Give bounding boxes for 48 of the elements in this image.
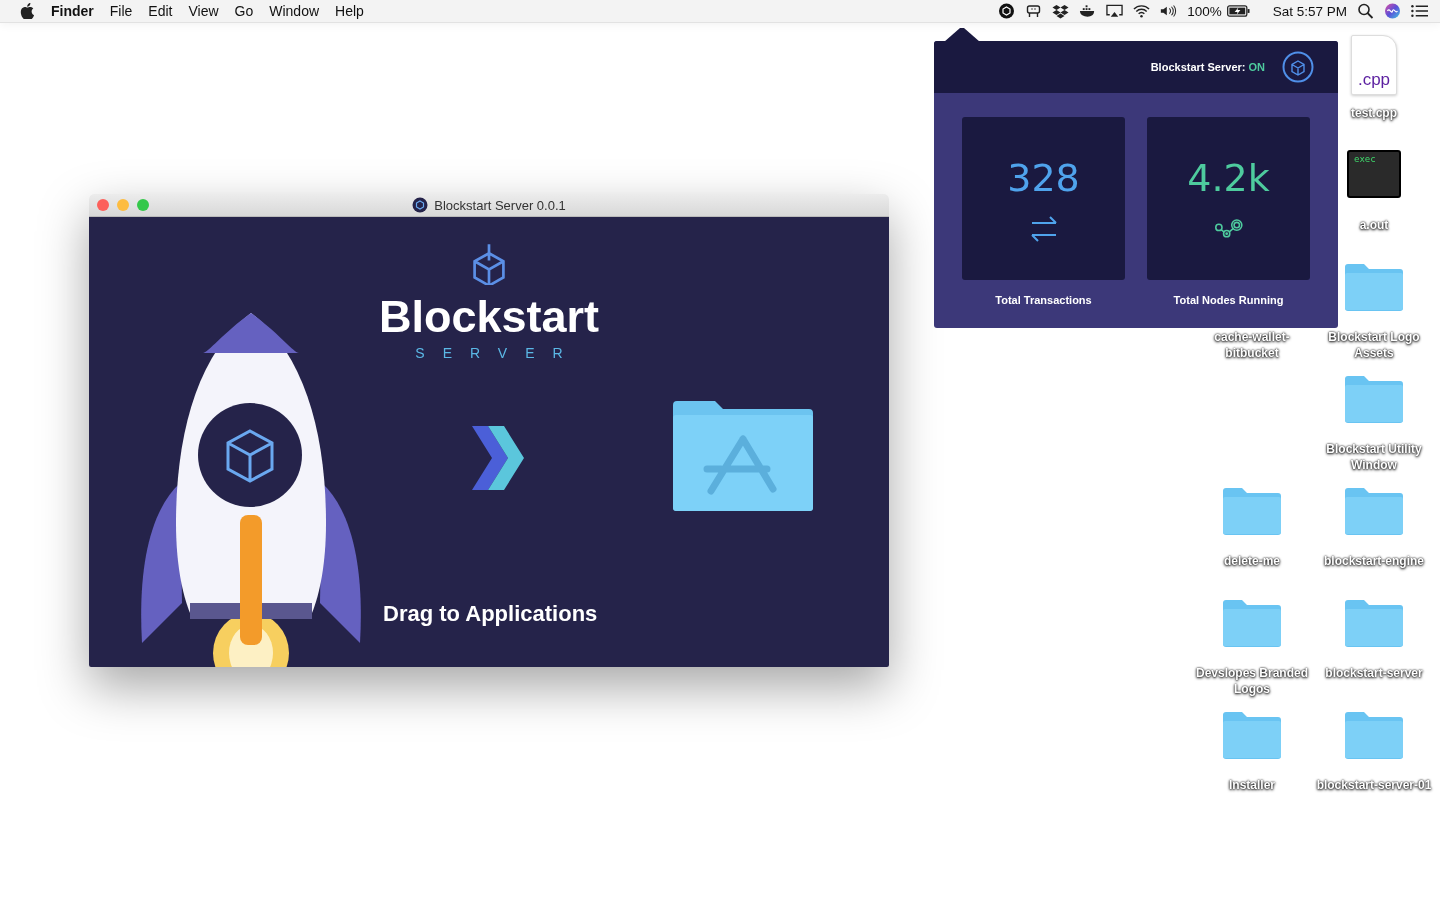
file-name[interactable]: test.cpp	[1351, 105, 1397, 121]
search-icon[interactable]	[1357, 3, 1374, 19]
battery-percent: 100%	[1187, 3, 1222, 19]
app-menu[interactable]: Finder	[51, 3, 94, 19]
document-icon[interactable]: .cpp	[1351, 35, 1397, 95]
chair-icon[interactable]	[1025, 3, 1043, 19]
clock[interactable]: Sat 5:57 PM	[1272, 3, 1347, 19]
menu-item[interactable]: Help	[335, 3, 364, 19]
swap-arrows-icon	[1029, 215, 1058, 242]
file-name[interactable]: delete-me	[1224, 553, 1280, 569]
file-name[interactable]: cache-wallet-bitbucket	[1194, 329, 1310, 361]
stat-label: Total Transactions	[995, 294, 1092, 306]
file-name[interactable]: blockstart-server	[1325, 665, 1423, 681]
applications-folder-icon[interactable]	[673, 399, 813, 511]
server-status: Blockstart Server: ON	[1150, 61, 1265, 73]
battery-icon[interactable]	[1226, 5, 1250, 17]
wifi-icon[interactable]	[1133, 3, 1151, 19]
stat-value: 4.2k	[1187, 155, 1270, 200]
menu-item[interactable]: Go	[234, 3, 254, 19]
app-name: Blockstart	[378, 291, 600, 343]
file-name[interactable]: blockstart-engine	[1324, 553, 1424, 569]
apple-icon[interactable]	[20, 3, 34, 19]
app-subtitle: SERVER	[415, 345, 581, 361]
file-name[interactable]: Blockstart Logo Assets	[1316, 329, 1432, 361]
menu-item[interactable]: Edit	[148, 3, 173, 19]
cube-button-icon[interactable]	[1282, 51, 1314, 83]
instruction-text: Drag to Applications	[383, 601, 598, 627]
menu-item[interactable]: File	[109, 3, 133, 19]
volume-icon[interactable]	[1160, 3, 1178, 19]
cube-status-icon[interactable]	[998, 3, 1016, 19]
stat-value: 328	[1007, 155, 1080, 200]
siri-icon[interactable]	[1384, 3, 1401, 19]
menu-item[interactable]: View	[188, 3, 219, 19]
cube-icon	[412, 197, 429, 213]
file-name[interactable]: a.out	[1359, 217, 1389, 233]
cube-logo-icon	[471, 243, 507, 285]
file-name[interactable]: Blockstart Utility Window	[1316, 441, 1432, 473]
dropbox-icon[interactable]	[1052, 3, 1070, 19]
stat-label: Total Nodes Running	[1173, 294, 1284, 306]
window-title: Blockstart Server 0.0.1	[434, 197, 566, 213]
airplay-icon[interactable]	[1106, 3, 1124, 19]
file-name[interactable]: Installer	[1229, 777, 1275, 793]
terminal-icon[interactable]: exec	[1347, 150, 1401, 198]
menu-item[interactable]: Window	[269, 3, 320, 19]
chevron-arrow-icon	[472, 426, 524, 490]
file-name[interactable]: blockstart-server-01	[1316, 777, 1432, 793]
file-name[interactable]: Devslopes Branded Logos	[1194, 665, 1310, 697]
list-icon[interactable]	[1411, 3, 1428, 19]
